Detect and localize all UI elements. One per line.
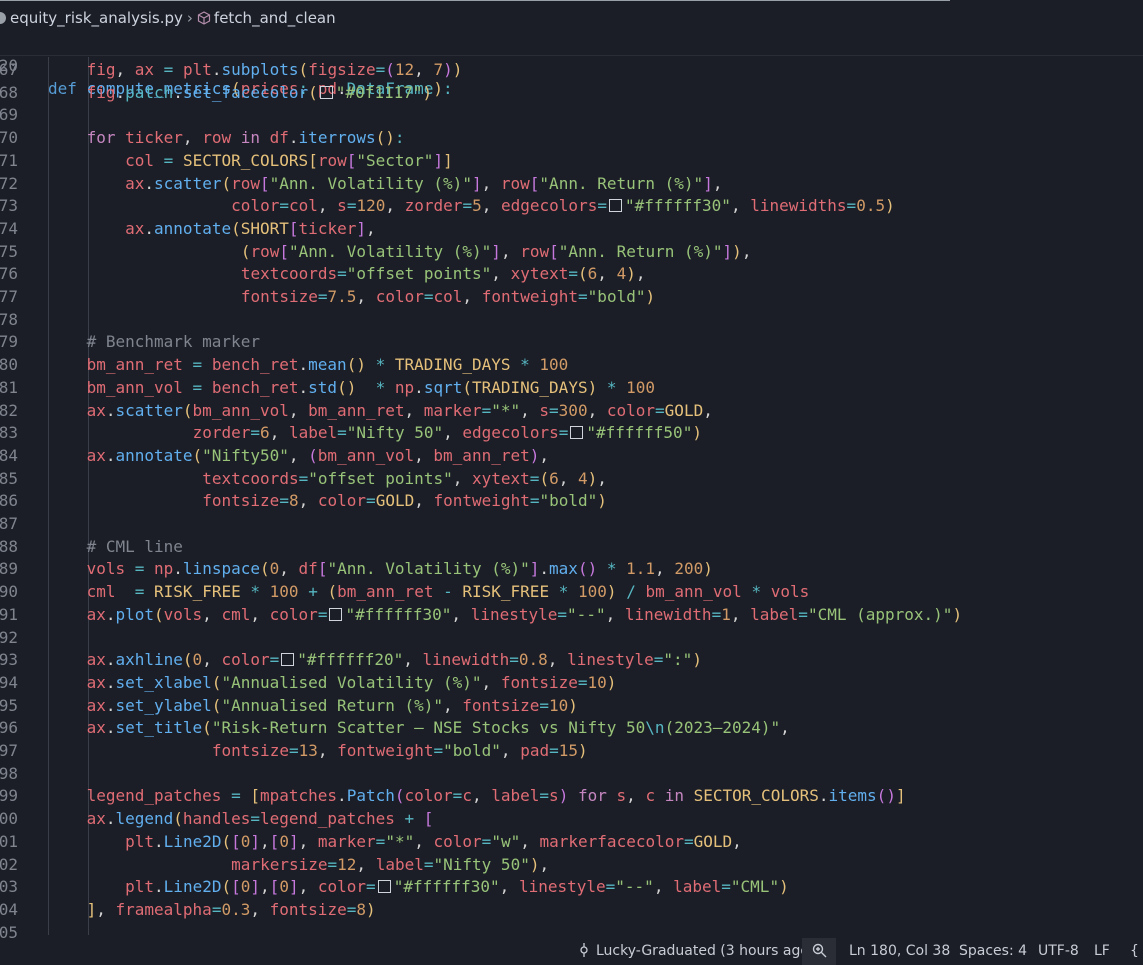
tab-underline [0, 0, 950, 1]
color-swatch-icon [329, 607, 343, 621]
line-number: 05 [0, 922, 18, 938]
code-text: ax.plot(vols, cml, color= "#ffffff30", li… [86, 604, 963, 624]
sticky-scroll-header[interactable]: 20 def compute_metrics(prices: pd.DataFr… [0, 31, 1143, 98]
code-text: ], framealpha=0.3, fontsize=8) [86, 899, 376, 919]
line-number: 03 [0, 877, 18, 897]
code-text: ax.annotate("Nifty50", (bm_ann_vol, bm_a… [86, 445, 550, 465]
line-number: 94 [0, 672, 18, 692]
line-number: 72 [0, 173, 18, 193]
eol-status[interactable]: LF [1094, 938, 1110, 965]
color-swatch-icon [281, 653, 295, 667]
code-text: fontsize=13, fontweight="bold", pad=15) [211, 741, 588, 760]
code-text: ax.axhline(0, color= "#ffffff20", linewid… [86, 650, 702, 670]
code-text: (row["Ann. Volatility (%)"], row["Ann. R… [240, 241, 752, 261]
line-number: 77 [0, 287, 18, 306]
line-number: 76 [0, 264, 18, 284]
line-number: 80 [0, 355, 18, 375]
code-text: markersize=12, label="Nifty 50"), [231, 854, 550, 874]
code-text: # CML line [86, 536, 183, 556]
status-bar: Lucky-Graduated (3 hours ago) Ln 180, Co… [0, 938, 1143, 965]
language-status[interactable]: { [1130, 938, 1139, 965]
color-swatch-icon [377, 880, 391, 894]
line-number: 78 [0, 309, 18, 329]
breadcrumb-file[interactable]: equity_risk_analysis.py [10, 9, 183, 27]
code-text: fontsize=7.5, color=col, fontweight="bol… [240, 287, 656, 306]
line-number: 81 [0, 377, 18, 397]
code-text: textcoords="offset points", xytext=(6, 4… [240, 264, 646, 284]
line-number: 68 [0, 82, 18, 102]
code-text: bm_ann_vol = bench_ret.std() * np.sqrt(T… [86, 377, 656, 397]
code-text: color=col, s=120, zorder=5, edgecolors= "… [231, 196, 895, 216]
line-number: 79 [0, 332, 18, 352]
code-text: ax.set_title("Risk-Return Scatter — NSE … [86, 718, 790, 738]
line-number: 75 [0, 241, 18, 261]
color-swatch-icon [570, 426, 584, 440]
line-number: 74 [0, 218, 18, 238]
line-number: 02 [0, 854, 18, 874]
line-number: 04 [0, 899, 18, 919]
line-number: 00 [0, 809, 18, 829]
code-text: legend_patches = [mpatches.Patch(color=c… [86, 786, 906, 806]
line-number: 85 [0, 468, 18, 488]
git-blame-status[interactable]: Lucky-Graduated (3 hours ago) [578, 938, 814, 965]
file-dot-icon [0, 12, 6, 24]
line-number: 70 [0, 128, 18, 148]
code-editor[interactable]: 67 fig, ax = plt.subplots(figsize=(12, 7… [0, 58, 1143, 938]
zoom-button[interactable] [802, 938, 836, 965]
code-text: ax.set_xlabel("Annualised Volatility (%)… [86, 672, 617, 692]
line-number: 98 [0, 763, 18, 783]
line-number: 69 [0, 105, 18, 125]
code-text: fig.patch.set_facecolor("#0f1117") [86, 82, 433, 102]
code-text: vols = np.linspace(0, df["Ann. Volatilit… [86, 559, 713, 579]
line-number: 90 [0, 582, 18, 602]
code-text: fontsize=8, color=GOLD, fontweight="bold… [202, 491, 607, 511]
line-number: 01 [0, 831, 18, 851]
line-number: 95 [0, 695, 18, 715]
line-number: 89 [0, 559, 18, 579]
encoding-status[interactable]: UTF-8 [1038, 938, 1079, 965]
code-text: # Benchmark marker [86, 332, 260, 352]
code-text: textcoords="offset points", xytext=(6, 4… [202, 468, 607, 488]
code-text: plt.Line2D([0],[0], color= "#ffffff30", l… [125, 877, 789, 897]
code-text: ax.scatter(bm_ann_vol, bm_ann_ret, marke… [86, 400, 713, 420]
sticky-line[interactable]: 20 def compute_metrics(prices: pd.DataFr… [0, 31, 453, 98]
line-number: 86 [0, 491, 18, 511]
color-swatch-icon [608, 199, 622, 213]
line-number: 88 [0, 536, 18, 556]
color-swatch-icon [319, 85, 333, 99]
line-number: 93 [0, 650, 18, 670]
symbol-cube-icon [197, 8, 211, 32]
line-number: 71 [0, 150, 18, 170]
code-text: plt.Line2D([0],[0], marker="*", color="w… [125, 831, 742, 851]
line-number: 83 [0, 423, 18, 443]
code-text: ax.scatter(row["Ann. Volatility (%)"], r… [125, 173, 723, 193]
git-branch-icon [580, 943, 588, 957]
chevron-right-icon: › [186, 9, 193, 27]
line-number: 92 [0, 627, 18, 647]
code-text: cml = RISK_FREE * 100 + (bm_ann_ret - RI… [86, 582, 810, 602]
line-number: 96 [0, 718, 18, 738]
breadcrumb-symbol[interactable]: fetch_and_clean [214, 9, 336, 27]
code-text: ax.set_ylabel("Annualised Return (%)", f… [86, 695, 578, 715]
line-number: 91 [0, 604, 18, 624]
line-number: 84 [0, 445, 18, 465]
code-text: fig, ax = plt.subplots(figsize=(12, 7)) [86, 60, 463, 79]
line-number: 67 [0, 60, 18, 79]
indentation-status[interactable]: Spaces: 4 [959, 938, 1027, 965]
line-number: 99 [0, 786, 18, 806]
code-text: bm_ann_ret = bench_ret.mean() * TRADING_… [86, 355, 569, 375]
line-number: 97 [0, 741, 18, 760]
line-number: 73 [0, 196, 18, 216]
line-number: 87 [0, 514, 18, 533]
code-text: zorder=6, label="Nifty 50", edgecolors= "… [192, 423, 702, 443]
git-blame-text: Lucky-Graduated (3 hours ago) [596, 943, 815, 959]
line-number: 82 [0, 400, 18, 420]
breadcrumb: equity_risk_analysis.py › fetch_and_clean [0, 6, 336, 30]
code-text: ax.annotate(SHORT[ticker], [125, 218, 376, 238]
code-text: ax.legend(handles=legend_patches + [ [86, 809, 434, 829]
cursor-position[interactable]: Ln 180, Col 38 [849, 938, 950, 965]
code-text: col = SECTOR_COLORS[row["Sector"]] [125, 150, 453, 170]
zoom-icon [812, 943, 826, 958]
code-text: for ticker, row in df.iterrows(): [86, 128, 405, 148]
